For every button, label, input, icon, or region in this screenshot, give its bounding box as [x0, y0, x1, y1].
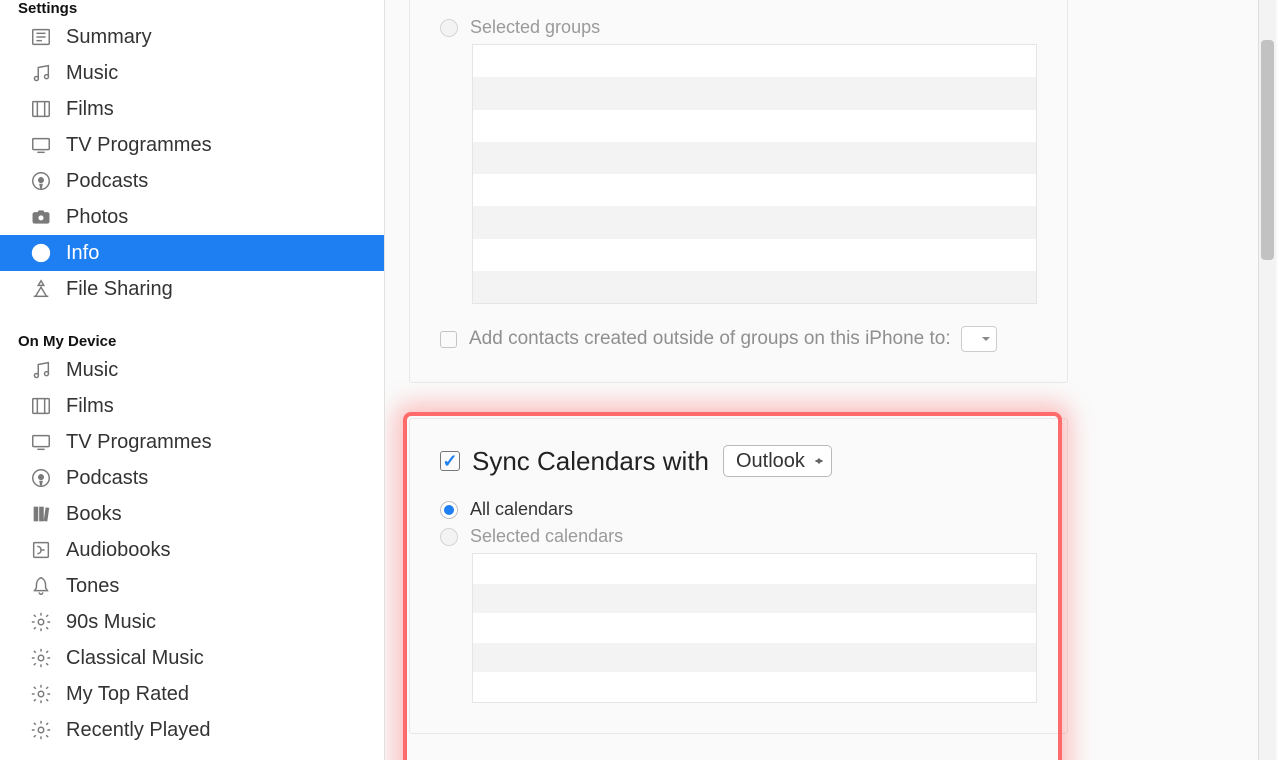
music-icon: [26, 62, 56, 84]
add-outside-option: Add contacts created outside of groups o…: [440, 326, 1037, 352]
tones-icon: [26, 575, 56, 597]
sidebar-item-films[interactable]: Films: [0, 91, 384, 127]
sidebar-item-label: Photos: [66, 206, 128, 229]
calendars-list: [472, 553, 1037, 703]
sync-calendars-row: Sync Calendars with Outlook: [440, 445, 1037, 477]
sidebar-item-label: Recently Played: [66, 719, 211, 742]
sync-calendars-checkbox[interactable]: [440, 451, 460, 471]
sidebar-item-label: Info: [66, 242, 99, 265]
radio-icon: [440, 528, 458, 546]
sidebar-item-label: Classical Music: [66, 647, 204, 670]
sidebar-item-device-films[interactable]: Films: [0, 388, 384, 424]
tv-icon: [26, 431, 56, 453]
sidebar-item-label: TV Programmes: [66, 134, 212, 157]
calendars-panel: Sync Calendars with Outlook All calendar…: [409, 418, 1068, 734]
sidebar-item-label: Music: [66, 62, 118, 85]
sync-calendars-title: Sync Calendars with: [472, 446, 709, 477]
sidebar-item-label: Films: [66, 395, 114, 418]
sidebar-item-label: Music: [66, 359, 118, 382]
sidebar-item-label: My Top Rated: [66, 683, 189, 706]
sidebar-item-label: Audiobooks: [66, 539, 171, 562]
sidebar-item-device-music[interactable]: Music: [0, 352, 384, 388]
sidebar-item-label: 90s Music: [66, 611, 156, 634]
settings-header: Settings: [0, 0, 384, 19]
sidebar-item-device-books[interactable]: Books: [0, 496, 384, 532]
sidebar-item-label: Tones: [66, 575, 119, 598]
sidebar-item-device-tones[interactable]: Tones: [0, 568, 384, 604]
sidebar-item-label: Podcasts: [66, 170, 148, 193]
photos-icon: [26, 206, 56, 228]
contacts-panel: Selected groups Add contacts created out…: [409, 0, 1068, 383]
sidebar: Settings Summary Music Films TV Programm…: [0, 0, 385, 760]
selected-groups-label: Selected groups: [470, 17, 600, 38]
sidebar-item-label: Summary: [66, 26, 152, 49]
sidebar-item-label: TV Programmes: [66, 431, 212, 454]
podcasts-icon: [26, 170, 56, 192]
films-icon: [26, 395, 56, 417]
gear-icon: [26, 647, 56, 669]
all-calendars-radio-row[interactable]: All calendars: [440, 499, 1037, 520]
outside-group-select[interactable]: [961, 326, 998, 352]
scrollbar-thumb[interactable]: [1261, 40, 1274, 260]
device-header: On My Device: [0, 333, 384, 352]
films-icon: [26, 98, 56, 120]
books-icon: [26, 503, 56, 525]
selected-groups-radio-row: Selected groups: [440, 17, 1037, 38]
scrollbar[interactable]: [1258, 0, 1276, 760]
info-icon: [26, 242, 56, 264]
sidebar-item-label: Films: [66, 98, 114, 121]
sidebar-item-label: File Sharing: [66, 278, 173, 301]
sidebar-item-info[interactable]: Info: [0, 235, 384, 271]
checkbox-icon[interactable]: [440, 331, 457, 348]
sidebar-item-device-tv[interactable]: TV Programmes: [0, 424, 384, 460]
podcasts-icon: [26, 467, 56, 489]
sidebar-item-filesharing[interactable]: File Sharing: [0, 271, 384, 307]
sidebar-item-90s[interactable]: 90s Music: [0, 604, 384, 640]
summary-icon: [26, 26, 56, 48]
sidebar-item-photos[interactable]: Photos: [0, 199, 384, 235]
sidebar-item-label: Podcasts: [66, 467, 148, 490]
radio-icon: [440, 19, 458, 37]
sidebar-item-classical[interactable]: Classical Music: [0, 640, 384, 676]
sidebar-item-device-podcasts[interactable]: Podcasts: [0, 460, 384, 496]
gear-icon: [26, 683, 56, 705]
sidebar-item-music[interactable]: Music: [0, 55, 384, 91]
groups-list: [472, 44, 1037, 304]
sidebar-item-device-audiobooks[interactable]: Audiobooks: [0, 532, 384, 568]
tv-icon: [26, 134, 56, 156]
sidebar-item-podcasts[interactable]: Podcasts: [0, 163, 384, 199]
selected-calendars-label: Selected calendars: [470, 526, 623, 547]
music-icon: [26, 359, 56, 381]
selected-calendars-radio-row[interactable]: Selected calendars: [440, 526, 1037, 547]
apps-icon: [26, 278, 56, 300]
add-outside-label: Add contacts created outside of groups o…: [469, 328, 951, 350]
audiobooks-icon: [26, 539, 56, 561]
sidebar-item-tv[interactable]: TV Programmes: [0, 127, 384, 163]
sidebar-item-summary[interactable]: Summary: [0, 19, 384, 55]
gear-icon: [26, 719, 56, 741]
sidebar-item-recent[interactable]: Recently Played: [0, 712, 384, 748]
all-calendars-label: All calendars: [470, 499, 573, 520]
radio-icon: [440, 501, 458, 519]
sidebar-item-toprated[interactable]: My Top Rated: [0, 676, 384, 712]
main-content: Selected groups Add contacts created out…: [385, 0, 1278, 760]
sidebar-item-label: Books: [66, 503, 122, 526]
sync-app-select[interactable]: Outlook: [723, 445, 832, 477]
gear-icon: [26, 611, 56, 633]
